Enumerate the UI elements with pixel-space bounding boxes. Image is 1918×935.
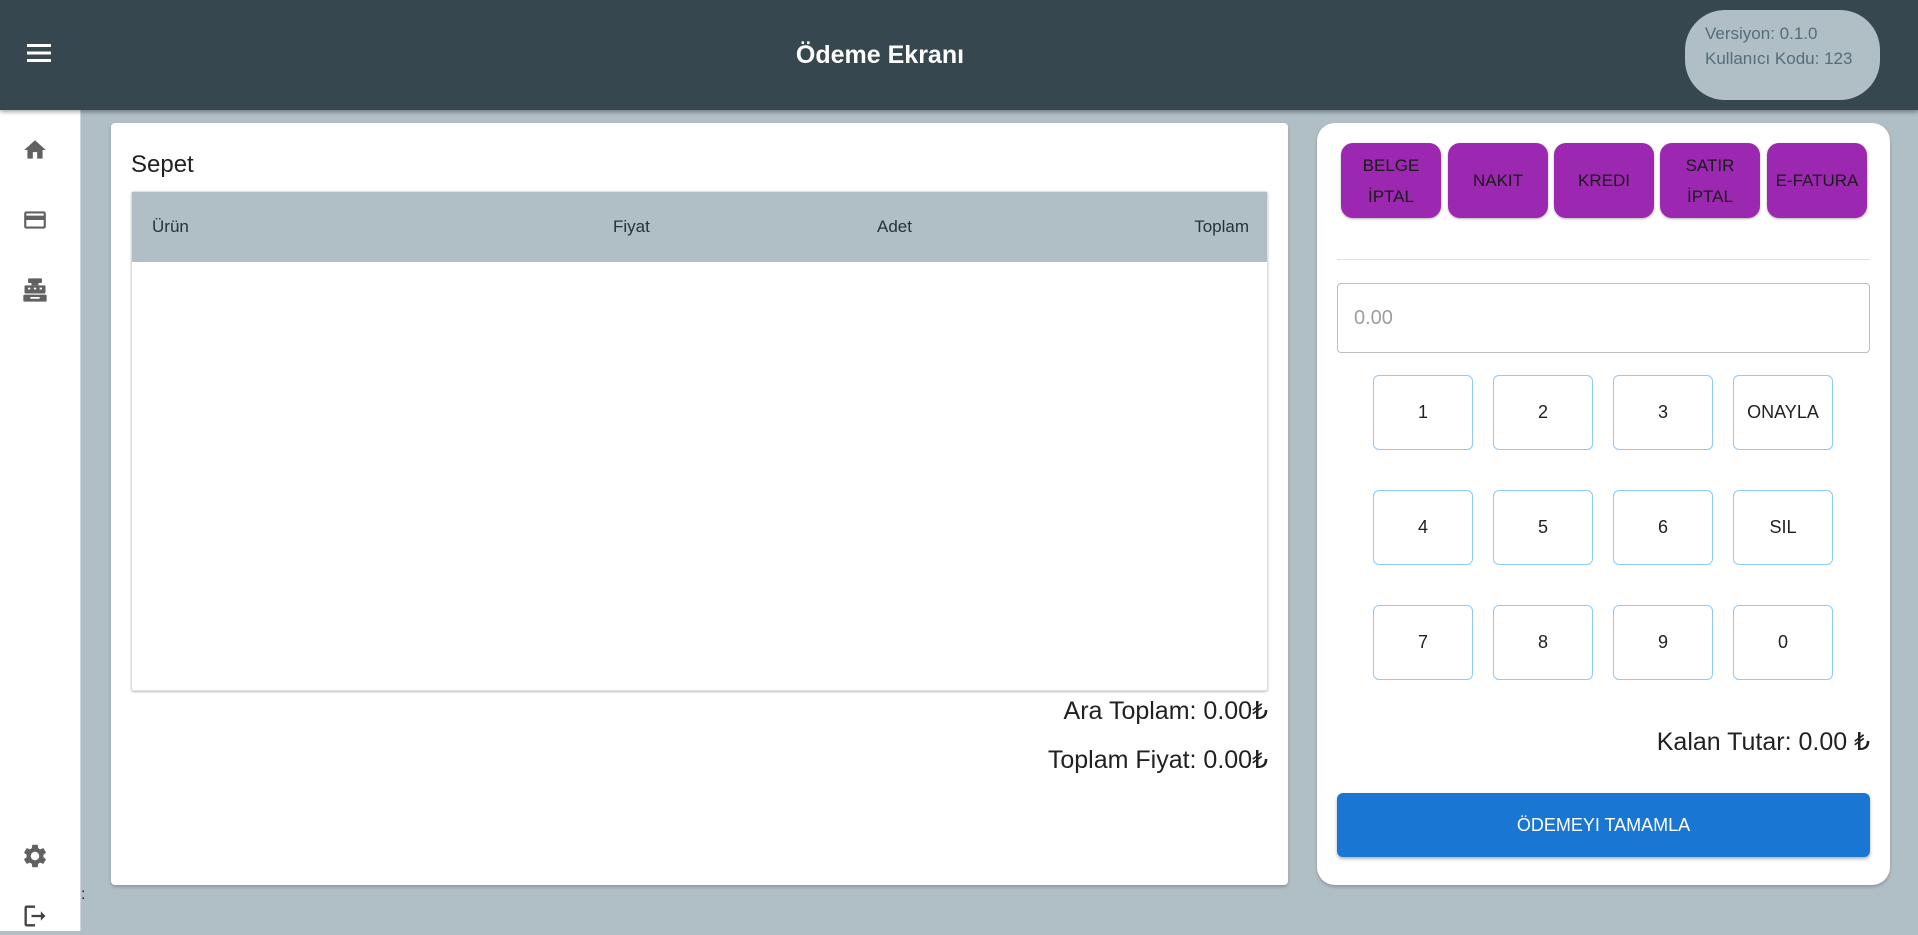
table-header: Ürün Fiyat Adet Toplam — [132, 192, 1267, 262]
cash-button[interactable]: NAKIT — [1448, 143, 1548, 218]
logout-icon — [21, 902, 49, 935]
subtotal-label: Ara Toplam: 0.00₺ — [1063, 697, 1268, 725]
sidebar-item-home[interactable] — [19, 136, 51, 168]
version-label: Versiyon: 0.1.0 — [1705, 24, 1818, 43]
app-bar: Ödeme Ekranı Versiyon: 0.1.0 Kullanıcı K… — [0, 0, 1918, 110]
keypad-key-8[interactable]: 8 — [1493, 605, 1593, 680]
column-header-product: Ürün — [152, 217, 189, 236]
payment-card: BELGE İPTAL NAKIT KREDI SATIR İPTAL E-FA… — [1317, 123, 1890, 885]
keypad-key-9[interactable]: 9 — [1613, 605, 1713, 680]
remaining-amount-label: Kalan Tutar: 0.00 ₺ — [1656, 728, 1870, 756]
home-icon — [21, 137, 49, 168]
total-price-label: Toplam Fiyat: 0.00₺ — [1047, 746, 1268, 774]
delete-button[interactable]: SIL — [1733, 490, 1833, 565]
column-header-price: Fiyat — [613, 217, 650, 236]
credit-card-icon — [21, 207, 49, 238]
keypad-key-4[interactable]: 4 — [1373, 490, 1473, 565]
keypad-key-2[interactable]: 2 — [1493, 375, 1593, 450]
complete-payment-button[interactable]: ÖDEMEYI TAMAMLA — [1337, 793, 1870, 857]
cash-register-icon — [21, 276, 49, 309]
column-header-total: Toplam — [1194, 217, 1249, 236]
sidebar-item-register[interactable] — [19, 276, 51, 308]
sidebar-item-settings[interactable] — [19, 842, 51, 874]
confirm-button[interactable]: ONAYLA — [1733, 375, 1833, 450]
basket-title: Sepet — [131, 151, 194, 178]
gear-icon — [21, 842, 49, 875]
basket-table: Ürün Fiyat Adet Toplam — [131, 191, 1268, 691]
page-title: Ödeme Ekranı — [795, 40, 965, 69]
e-invoice-button[interactable]: E-FATURA — [1767, 143, 1867, 218]
amount-input[interactable] — [1337, 283, 1870, 353]
cancel-line-button[interactable]: SATIR İPTAL — [1660, 143, 1760, 218]
sidebar-item-payment[interactable] — [19, 206, 51, 238]
cancel-document-button[interactable]: BELGE İPTAL — [1341, 143, 1441, 218]
keypad-key-0[interactable]: 0 — [1733, 605, 1833, 680]
version-info-box: Versiyon: 0.1.0 Kullanıcı Kodu: 123 — [1685, 10, 1880, 100]
keypad-key-7[interactable]: 7 — [1373, 605, 1473, 680]
sidebar — [0, 110, 81, 931]
credit-button[interactable]: KREDI — [1554, 143, 1654, 218]
keypad-key-6[interactable]: 6 — [1613, 490, 1713, 565]
column-header-quantity: Adet — [877, 217, 912, 236]
divider — [1337, 259, 1870, 260]
basket-card: Sepet Ürün Fiyat Adet Toplam Ara Toplam:… — [111, 123, 1288, 885]
user-code-label: Kullanıcı Kodu: 123 — [1705, 49, 1853, 68]
keypad-key-3[interactable]: 3 — [1613, 375, 1713, 450]
keypad-key-5[interactable]: 5 — [1493, 490, 1593, 565]
keypad-key-1[interactable]: 1 — [1373, 375, 1473, 450]
stray-text: : — [81, 886, 86, 903]
sidebar-item-logout[interactable] — [19, 902, 51, 934]
